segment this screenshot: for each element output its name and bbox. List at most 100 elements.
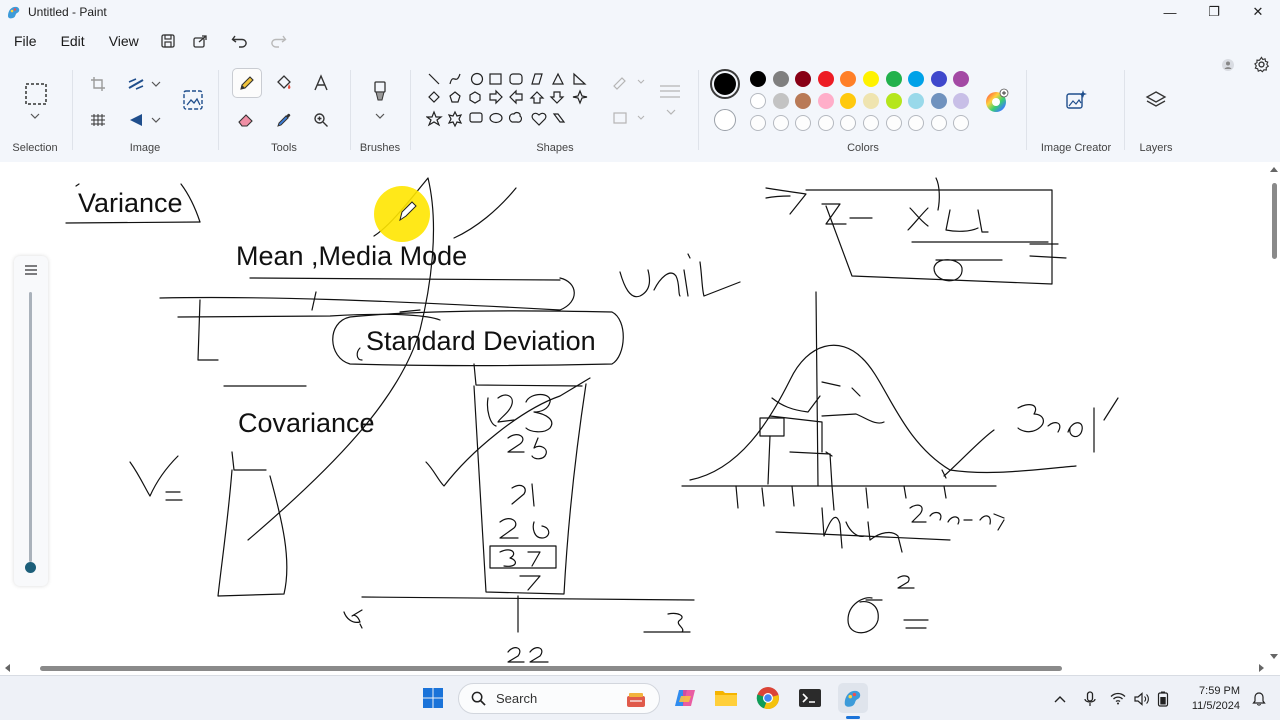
minimize-button[interactable]: — <box>1148 0 1192 24</box>
chevron-down-icon[interactable] <box>151 80 161 88</box>
color-swatch[interactable] <box>908 93 925 109</box>
drawing-canvas[interactable] <box>0 162 1280 675</box>
resize-button[interactable] <box>122 70 150 98</box>
scroll-down-icon[interactable] <box>1270 652 1278 660</box>
brushes-button[interactable] <box>366 78 394 106</box>
scroll-right-icon[interactable] <box>1257 664 1265 672</box>
chevron-down-icon[interactable] <box>30 112 40 120</box>
menu-file[interactable]: File <box>14 29 37 53</box>
chevron-up-icon[interactable] <box>1054 694 1066 704</box>
color-swatch[interactable] <box>863 71 879 87</box>
color-swatch[interactable] <box>840 71 857 87</box>
color-swatch[interactable] <box>772 71 789 87</box>
crop-button[interactable] <box>84 70 112 98</box>
custom-color-slot[interactable] <box>817 115 834 131</box>
pencil-icon <box>240 76 254 90</box>
outline-icon[interactable] <box>612 74 646 90</box>
shape-size-icon[interactable] <box>658 82 682 102</box>
menu-edit[interactable]: Edit <box>61 29 85 53</box>
menu-view[interactable]: View <box>109 29 139 53</box>
color-swatch[interactable] <box>840 93 857 109</box>
terminal-button[interactable] <box>797 685 823 711</box>
fill-button[interactable] <box>270 69 298 97</box>
volume-icon[interactable] <box>1134 691 1150 706</box>
custom-color-slot[interactable] <box>885 115 902 131</box>
brushes-group: Brushes <box>352 62 408 158</box>
redo-button[interactable] <box>265 28 291 54</box>
notification-bell-icon[interactable] <box>1252 691 1266 706</box>
color-swatch[interactable] <box>885 93 902 109</box>
layers-button[interactable] <box>1142 86 1170 114</box>
custom-color-slot[interactable] <box>930 115 947 131</box>
transparent-grid-icon <box>91 114 105 126</box>
custom-color-slot[interactable] <box>750 115 766 131</box>
start-button[interactable] <box>420 685 446 711</box>
file-explorer-button[interactable] <box>713 685 739 711</box>
edit-colors-wheel-icon[interactable] <box>984 88 1010 114</box>
close-button[interactable]: ✕ <box>1236 0 1280 24</box>
maximize-button[interactable]: ❐ <box>1192 0 1236 24</box>
wifi-icon[interactable] <box>1110 692 1126 705</box>
taskbar-search[interactable]: Search <box>458 683 660 714</box>
color-swatch[interactable] <box>953 93 970 109</box>
custom-color-slot[interactable] <box>863 115 879 131</box>
fill-style-icon[interactable] <box>612 110 646 126</box>
scroll-up-icon[interactable] <box>1270 166 1278 174</box>
selection-button[interactable] <box>20 78 52 110</box>
color-swatch[interactable] <box>750 93 766 109</box>
color-swatch[interactable] <box>795 71 812 87</box>
color-picker-button[interactable] <box>270 106 298 134</box>
custom-color-slot[interactable] <box>953 115 970 131</box>
color-swatch[interactable] <box>863 93 879 109</box>
undo-button[interactable] <box>227 28 253 54</box>
magnifier-button[interactable] <box>307 106 335 134</box>
zoom-slider-thumb[interactable] <box>25 562 36 573</box>
taskbar-clock[interactable]: 7:59 PM 11/5/2024 <box>1192 684 1240 714</box>
image-creator-button[interactable] <box>1062 86 1090 114</box>
undo-icon <box>231 35 247 48</box>
remove-background-button[interactable] <box>179 86 207 114</box>
horizontal-scrollbar[interactable] <box>40 666 1062 671</box>
chrome-button[interactable] <box>755 685 781 711</box>
color-swatch[interactable] <box>772 93 789 109</box>
scroll-left-icon[interactable] <box>4 664 12 672</box>
select-transparent-button[interactable] <box>84 106 112 134</box>
color-swatch[interactable] <box>795 93 812 109</box>
color-swatch[interactable] <box>817 93 834 109</box>
chevron-down-icon[interactable] <box>151 116 161 124</box>
copilot-button[interactable] <box>672 685 698 711</box>
battery-icon[interactable] <box>1156 691 1170 707</box>
microphone-icon[interactable] <box>1084 690 1096 707</box>
vertical-scrollbar[interactable] <box>1272 183 1277 259</box>
color-swatch[interactable] <box>908 71 925 87</box>
text-button[interactable] <box>307 69 335 97</box>
color-swatch[interactable] <box>930 71 947 87</box>
rotate-button[interactable] <box>122 106 150 134</box>
eraser-button[interactable] <box>232 106 260 134</box>
custom-color-slot[interactable] <box>772 115 789 131</box>
secondary-color[interactable] <box>714 109 736 131</box>
custom-color-slot[interactable] <box>908 115 925 131</box>
paint-app-icon <box>8 6 20 19</box>
primary-color[interactable] <box>710 69 740 99</box>
paint-icon <box>844 690 861 707</box>
custom-color-slot[interactable] <box>795 115 812 131</box>
paint-taskbar-button[interactable] <box>838 683 868 713</box>
pencil-button[interactable] <box>232 68 262 98</box>
shapes-gallery[interactable] <box>426 70 602 134</box>
group-label-layers: Layers <box>1139 142 1173 154</box>
custom-color-slot[interactable] <box>840 115 857 131</box>
color-swatch[interactable] <box>750 71 766 87</box>
group-label-colors: Colors <box>847 142 879 154</box>
share-button[interactable] <box>187 28 213 54</box>
chevron-down-icon[interactable] <box>375 112 385 120</box>
image-remove-background-icon <box>183 90 203 110</box>
color-swatch[interactable] <box>885 71 902 87</box>
color-swatch[interactable] <box>930 93 947 109</box>
color-swatch[interactable] <box>953 71 970 87</box>
zoom-slider-track[interactable] <box>29 292 32 562</box>
color-swatch[interactable] <box>817 71 834 87</box>
chevron-down-icon[interactable] <box>666 108 676 116</box>
zoom-menu-icon[interactable] <box>23 264 39 276</box>
save-button[interactable] <box>155 28 181 54</box>
